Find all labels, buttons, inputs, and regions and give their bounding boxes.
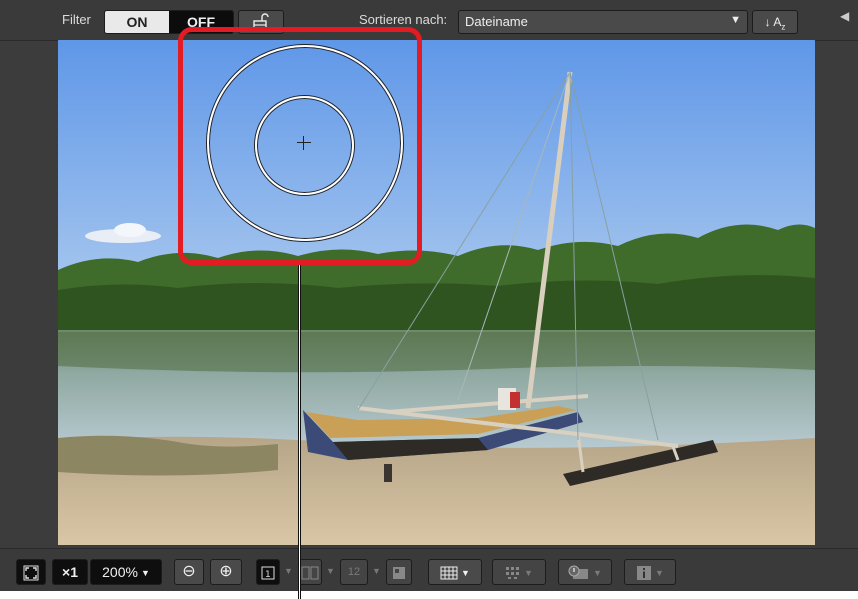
highlight-warning-icon <box>568 565 589 580</box>
thumbnails-icon <box>506 567 520 580</box>
chevron-down-icon: ▼ <box>326 566 335 576</box>
sort-order-sub: z <box>781 22 786 32</box>
image-viewer-window: Filter ON OFF Sortieren nach: Dateiname … <box>0 0 858 591</box>
zoom-level-value: 200% <box>102 564 138 580</box>
chevron-down-icon: ▼ <box>524 568 533 579</box>
chevron-down-icon: ▼ <box>372 566 381 576</box>
filter-label: Filter <box>62 12 91 27</box>
chevron-down-icon: ▼ <box>730 14 741 26</box>
layout-button[interactable] <box>386 559 412 585</box>
collapse-panel-icon[interactable]: ◀ <box>840 9 849 23</box>
chevron-down-icon: ▼ <box>284 566 293 576</box>
fullscreen-icon <box>23 565 39 581</box>
sort-order-button[interactable]: ↓ Az <box>752 10 798 34</box>
chevron-down-icon: ▼ <box>593 568 602 579</box>
zoom-level-select[interactable]: 200% ▼ <box>90 559 162 585</box>
single-view-button[interactable]: 1 <box>256 559 280 585</box>
grid-layout-icon <box>393 567 405 580</box>
sort-label: Sortieren nach: <box>359 12 448 27</box>
photo-image <box>58 40 815 545</box>
zoom-out-button[interactable]: ⊖ <box>174 559 204 585</box>
chevron-down-icon: ▼ <box>461 568 470 579</box>
chevron-down-icon: ▼ <box>655 568 664 579</box>
fit-to-screen-button[interactable] <box>16 559 46 585</box>
single-image-icon: 1 <box>261 566 275 580</box>
split-view-button[interactable]: 12 <box>340 559 368 585</box>
info-icon <box>637 566 652 581</box>
highlight-alert-button[interactable]: ▼ <box>558 559 612 585</box>
chevron-down-icon: ▼ <box>140 568 150 579</box>
crosshair-icon <box>297 136 311 150</box>
thumbnail-view-button[interactable]: ▼ <box>492 559 546 585</box>
compare-view-button[interactable] <box>298 559 322 585</box>
compare-images-icon <box>301 566 319 580</box>
info-button[interactable]: ▼ <box>624 559 676 585</box>
photo-preview[interactable] <box>58 40 815 545</box>
sort-select[interactable]: Dateiname ▼ <box>458 10 748 34</box>
bottom-toolbar: ×1 200% ▼ ⊖ ⊕ 1 ▼ ▼ 12 ▼ ▼ ▼ ▼ ▼ <box>0 548 858 591</box>
zoom-in-button[interactable]: ⊕ <box>210 559 242 585</box>
callout-line <box>298 265 301 599</box>
svg-text:1: 1 <box>265 570 271 580</box>
grid-icon <box>440 566 458 580</box>
filter-on-button[interactable]: ON <box>105 11 169 33</box>
top-toolbar: Filter ON OFF Sortieren nach: Dateiname … <box>0 0 858 41</box>
actual-size-button[interactable]: ×1 <box>52 559 88 585</box>
sort-arrow-icon: ↓ <box>764 15 771 29</box>
sort-select-value: Dateiname <box>465 14 528 29</box>
grid-overlay-button[interactable]: ▼ <box>428 559 482 585</box>
